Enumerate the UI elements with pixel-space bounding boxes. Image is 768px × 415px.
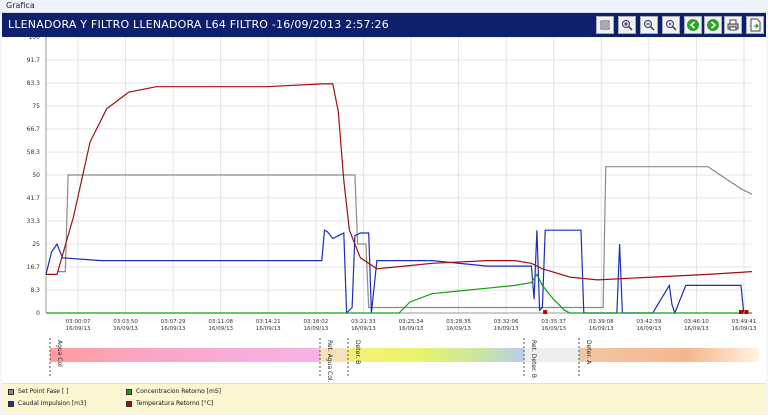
x-tick-date: 16/09/13 bbox=[494, 326, 519, 332]
data-icon[interactable] bbox=[596, 16, 614, 34]
legend-concentracion: Concentracion Retorno [mS] bbox=[126, 388, 221, 395]
x-tick-time: 03:03:50 bbox=[113, 319, 138, 325]
y-tick-label: 8.3 bbox=[30, 287, 40, 294]
legend-swatch-concentracion bbox=[126, 388, 132, 395]
x-tick-time: 03:39:08 bbox=[589, 319, 614, 325]
legend-temperatura: Temperatura Retorno [°C] bbox=[126, 400, 213, 407]
legend-caudal: Caudal Impulsion [m3] bbox=[8, 400, 86, 407]
chart-area: 0 8.3 16.7 25 33.3 41.7 50 58.3 66.7 75 83.3 91.7 10… bbox=[2, 34, 766, 338]
y-tick-label: 41.7 bbox=[27, 195, 41, 202]
chart-header: LLENADORA Y FILTRO LLENADORA L64 FILTRO … bbox=[2, 13, 766, 37]
y-tick-label: 50 bbox=[32, 172, 40, 179]
legend-label-caudal: Caudal Impulsion [m3] bbox=[18, 400, 87, 407]
x-tick-date: 16/09/13 bbox=[446, 326, 471, 332]
x-tick-time: 03:25:34 bbox=[399, 319, 424, 325]
forward-icon[interactable] bbox=[704, 16, 722, 34]
x-tick-date: 16/09/13 bbox=[399, 326, 424, 332]
back-icon[interactable] bbox=[684, 16, 702, 34]
x-tick-date: 16/09/13 bbox=[541, 326, 566, 332]
phase-label: Agua Col bbox=[56, 340, 63, 367]
print-icon[interactable] bbox=[724, 16, 742, 34]
legend-label-set-point: Set Point Fase [ ] bbox=[18, 388, 69, 395]
phase-deter-a bbox=[579, 348, 759, 362]
legend-label-concentracion: Concentracion Retorno [mS] bbox=[136, 388, 221, 395]
y-tick-label: 16.7 bbox=[27, 264, 41, 271]
legend-swatch-set-point bbox=[8, 388, 14, 395]
phase-deter-b bbox=[348, 348, 524, 362]
phase-label: Deter. A bbox=[585, 340, 592, 365]
marker bbox=[738, 310, 743, 314]
legend-set-point: Set Point Fase [ ] bbox=[8, 388, 68, 395]
y-tick-label: 0 bbox=[36, 310, 40, 317]
y-tick-label: 100 bbox=[29, 37, 41, 41]
x-tick-date: 16/09/13 bbox=[304, 326, 329, 332]
x-tick-date: 16/09/13 bbox=[589, 326, 614, 332]
x-tick-date: 16/09/13 bbox=[66, 326, 91, 332]
phase-label: Deter. B bbox=[354, 340, 361, 364]
y-tick-label: 33.3 bbox=[27, 218, 41, 225]
x-tick-time: 03:49:41 bbox=[732, 319, 757, 325]
legend-swatch-temperatura bbox=[126, 400, 132, 407]
x-tick-date: 16/09/13 bbox=[684, 326, 709, 332]
x-tick-date: 16/09/13 bbox=[256, 326, 281, 332]
x-tick-time: 03:42:39 bbox=[637, 319, 662, 325]
x-tick-time: 03:07:29 bbox=[161, 319, 186, 325]
phase-band: Agua Col Ret. Agua Col. Deter. B Ret. Deter… bbox=[2, 338, 766, 383]
legend-label-temperatura: Temperatura Retorno [°C] bbox=[136, 400, 214, 407]
phase-label: Ret. Agua Col. bbox=[326, 340, 333, 383]
x-tick-time: 03:46:10 bbox=[684, 319, 709, 325]
marker bbox=[543, 310, 548, 314]
x-tick-date: 16/09/13 bbox=[351, 326, 376, 332]
x-tick-date: 16/09/13 bbox=[161, 326, 186, 332]
phase-ret-agua-col bbox=[320, 348, 348, 362]
export-icon[interactable] bbox=[746, 16, 764, 34]
series-line-1 bbox=[45, 229, 745, 315]
phase-band-svg: Agua Col Ret. Agua Col. Deter. B Ret. Deter… bbox=[49, 338, 759, 383]
phase-agua-col bbox=[50, 348, 320, 362]
y-tick-label: 75 bbox=[32, 103, 40, 110]
zoom-reset-icon[interactable] bbox=[662, 16, 680, 34]
window-title: Grafica bbox=[6, 1, 35, 10]
zoom-in-icon[interactable] bbox=[618, 16, 636, 34]
x-tick-time: 03:18:02 bbox=[304, 319, 329, 325]
x-tick-time: 03:32:06 bbox=[494, 319, 519, 325]
marker bbox=[744, 310, 749, 314]
header-title: LLENADORA Y FILTRO LLENADORA L64 FILTRO … bbox=[8, 18, 389, 31]
window-titlebar: Grafica bbox=[0, 0, 768, 13]
x-tick-time: 03:35:37 bbox=[541, 319, 566, 325]
x-tick-time: 03:00:07 bbox=[66, 319, 91, 325]
series-line-0 bbox=[57, 166, 753, 309]
x-tick-date: 16/09/13 bbox=[732, 326, 757, 332]
x-tick-date: 16/09/13 bbox=[637, 326, 662, 332]
y-tick-label: 58.3 bbox=[27, 149, 41, 156]
x-tick-time: 03:14:21 bbox=[256, 319, 281, 325]
phase-label: Ret. Deter. B bbox=[530, 340, 537, 378]
x-tick-date: 16/09/13 bbox=[208, 326, 233, 332]
series-line-3 bbox=[46, 83, 753, 281]
x-tick-time: 03:11:08 bbox=[208, 319, 233, 325]
legend-swatch-caudal bbox=[8, 400, 14, 407]
y-tick-label: 25 bbox=[32, 241, 40, 248]
chart-window: Grafica LLENADORA Y FILTRO LLENADORA L64… bbox=[0, 0, 768, 415]
trend-chart[interactable]: 0 8.3 16.7 25 33.3 41.7 50 58.3 66.7 75 83.3 91.7 10… bbox=[2, 34, 766, 338]
zoom-out-icon[interactable] bbox=[640, 16, 658, 34]
x-tick-date: 16/09/13 bbox=[113, 326, 138, 332]
x-tick-time: 03:21:33 bbox=[351, 319, 376, 325]
y-tick-label: 66.7 bbox=[27, 126, 41, 133]
chart-legend: Set Point Fase [ ] Caudal Impulsion [m3]… bbox=[2, 383, 766, 414]
y-tick-label: 91.7 bbox=[27, 57, 41, 64]
x-tick-time: 03:28:35 bbox=[446, 319, 471, 325]
y-tick-label: 83.3 bbox=[27, 80, 41, 87]
